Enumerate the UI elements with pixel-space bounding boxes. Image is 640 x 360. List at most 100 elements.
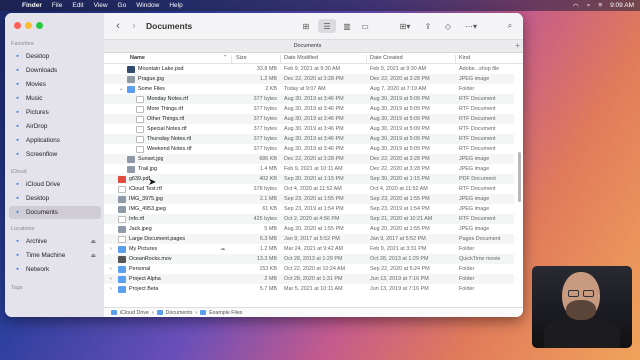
table-row[interactable]: Weekend Notes.rtf 377 bytes Aug 30, 2019 a… xyxy=(104,144,514,154)
table-row[interactable]: More Things.rtf 377 bytes Aug 30, 2019 at … xyxy=(104,104,514,114)
menu-window[interactable]: Window xyxy=(136,2,159,9)
menu-file[interactable]: File xyxy=(52,2,62,9)
image-file-icon xyxy=(127,156,135,163)
eject-icon[interactable]: ⏏ xyxy=(91,253,96,259)
date-created: Oct 4, 2020 at 11:52 AM xyxy=(370,186,428,192)
menu-go[interactable]: Go xyxy=(118,2,127,9)
table-row[interactable]: ⌄ Some Files 2 KB Today at 9:07 AM Aug 7, 20… xyxy=(104,84,514,94)
path-separator-icon: › xyxy=(195,309,198,316)
file-size: 13.3 MB xyxy=(256,256,277,262)
file-name: IMG_4953.jpeg xyxy=(129,206,166,212)
table-row[interactable]: Jack.jpeg 5 MB Aug 20, 2020 at 1:55 PM Aug … xyxy=(104,224,514,234)
disclosure-collapsed-icon[interactable]: › xyxy=(110,276,112,282)
table-row[interactable]: Thursday Notes.rtf 377 bytes Aug 30, 2019 … xyxy=(104,134,514,144)
table-row[interactable]: IMG_3975.jpg 2.1 MB Sep 23, 2020 at 1:55 P… xyxy=(104,194,514,204)
control-center-icon[interactable]: ≡ xyxy=(598,2,602,9)
column-divider[interactable] xyxy=(231,55,232,63)
table-row[interactable]: Prague.jpg 1.2 MB Dec 22, 2020 at 3:28 PM D… xyxy=(104,74,514,84)
search-icon[interactable]: ⌕ xyxy=(587,2,591,10)
table-row[interactable]: Monday Notes.rtf 377 bytes Aug 30, 2019 at… xyxy=(104,94,514,104)
eject-icon[interactable]: ⏏ xyxy=(91,239,96,245)
table-row[interactable]: Sunset.jpg 686 KB Dec 22, 2020 at 3:28 PM D… xyxy=(104,154,514,164)
sidebar-item-desktop[interactable]: ▪ Desktop xyxy=(9,50,101,63)
menu-help[interactable]: Help xyxy=(169,2,182,9)
column-created[interactable]: Date Created xyxy=(370,55,403,61)
disclosure-collapsed-icon[interactable]: › xyxy=(110,286,112,292)
file-kind: PDF Document xyxy=(459,176,496,182)
path-item[interactable]: iCloud Drive xyxy=(120,310,149,316)
table-row[interactable]: Special Notes.rtf 377 bytes Aug 30, 2019 a… xyxy=(104,124,514,134)
grid-view-icon[interactable]: ⊞ xyxy=(299,19,313,33)
close-button[interactable] xyxy=(14,22,21,29)
more-icon[interactable]: ⋯▾ xyxy=(462,19,480,33)
sidebar-item-archive[interactable]: ▪ Archive ⏏ xyxy=(9,235,101,248)
menu-clock[interactable]: 9:09 AM xyxy=(610,2,634,9)
window-title: Documents xyxy=(146,21,193,31)
column-divider[interactable] xyxy=(455,55,456,63)
back-button[interactable]: ‹ xyxy=(112,19,124,33)
disclosure-expanded-icon[interactable]: ⌄ xyxy=(119,86,124,92)
list-view-icon[interactable]: ☰ xyxy=(318,19,336,33)
table-row[interactable]: Large Document.pages 6.3 MB Jan 9, 2017 at… xyxy=(104,234,514,244)
table-row[interactable]: › Project Alpha 2 MB Oct 28, 2020 at 1:31 P… xyxy=(104,274,514,284)
table-row[interactable]: Other Things.rtf 377 bytes Aug 30, 2019 at… xyxy=(104,114,514,124)
sidebar-item-airdrop[interactable]: ▪ AirDrop xyxy=(9,120,101,133)
column-size[interactable]: Size xyxy=(236,55,247,61)
toolbar-search-icon[interactable]: ⌕ xyxy=(504,19,516,33)
table-row[interactable]: › Personal 153 KB Oct 22, 2020 at 10:24 AM S… xyxy=(104,264,514,274)
wifi-icon[interactable]: ◠ xyxy=(573,2,579,10)
minimize-button[interactable] xyxy=(25,22,32,29)
date-created: Aug 30, 2019 at 5:09 PM xyxy=(370,96,430,102)
table-row[interactable]: Mountain Lake.psd 33.8 MB Feb 9, 2021 at 9… xyxy=(104,64,514,74)
sidebar-item-label: Archive xyxy=(26,238,47,245)
drive-icon: ▪ xyxy=(16,238,19,245)
disclosure-collapsed-icon[interactable]: › xyxy=(110,246,112,252)
table-row[interactable]: g639.pdf 402 KB Sep 30, 2020 at 1:15 PM Sep… xyxy=(104,174,514,184)
share-icon[interactable]: ⇪ xyxy=(422,19,434,33)
group-icon[interactable]: ⊞▾ xyxy=(396,19,414,33)
finder-window: Favorites ▪ Desktop ▪ Downloads ▪ Movies ▪ Musi… xyxy=(5,13,523,317)
column-view-icon[interactable]: ▥ xyxy=(340,19,354,33)
sidebar-item-movies[interactable]: ▪ Movies xyxy=(9,78,101,91)
forward-button[interactable]: › xyxy=(128,19,140,33)
tag-icon[interactable]: ◇ xyxy=(442,19,454,33)
table-row[interactable]: Info.rtf 425 bytes Oct 2, 2020 at 4:56 PM S… xyxy=(104,214,514,224)
path-item[interactable]: Example Files xyxy=(209,310,242,316)
file-kind: Adobe...shop file xyxy=(459,66,500,72)
sidebar-item-network[interactable]: ▪ Network xyxy=(9,263,101,276)
sidebar-item-downloads[interactable]: ▪ Downloads xyxy=(9,64,101,77)
table-row[interactable]: Trail.jpg 1.4 MB Feb 9, 2021 at 10:11 AM De… xyxy=(104,164,514,174)
column-modified[interactable]: Date Modified xyxy=(284,55,318,61)
sidebar-item-desktop[interactable]: ▪ Desktop xyxy=(9,192,101,205)
date-modified: Aug 30, 2019 at 3:46 PM xyxy=(284,106,344,112)
table-row[interactable]: OceanRocks.mov 13.3 MB Oct 28, 2013 at 1:2… xyxy=(104,254,514,264)
column-name[interactable]: Name xyxy=(130,55,145,61)
menu-app-name[interactable]: Finder xyxy=(22,2,42,9)
sidebar-item-pictures[interactable]: ▪ Pictures xyxy=(9,106,101,119)
menu-view[interactable]: View xyxy=(94,2,108,9)
sidebar-item-documents[interactable]: ▪ Documents xyxy=(9,206,101,219)
disclosure-collapsed-icon[interactable]: › xyxy=(110,266,112,272)
date-created: Jun 13, 2019 at 7:16 PM xyxy=(370,276,429,282)
new-tab-button[interactable]: + xyxy=(515,41,520,50)
menu-edit[interactable]: Edit xyxy=(72,2,83,9)
file-kind: RTF Document xyxy=(459,116,496,122)
gallery-view-icon[interactable]: ▭ xyxy=(358,19,372,33)
zoom-button[interactable] xyxy=(36,22,43,29)
sidebar-item-music[interactable]: ▪ Music xyxy=(9,92,101,105)
column-kind[interactable]: Kind xyxy=(459,55,470,61)
table-row[interactable]: › Project Beta 5.7 MB Mar 5, 2021 at 10:11 … xyxy=(104,284,514,294)
column-divider[interactable] xyxy=(280,55,281,63)
sidebar-item-time-machine[interactable]: ▪ Time Machine ⏏ xyxy=(9,249,101,262)
path-item[interactable]: Documents xyxy=(166,310,193,316)
table-row[interactable]: iCloud Test.rtf 378 bytes Oct 4, 2020 at 1… xyxy=(104,184,514,194)
sidebar-item-screenflow[interactable]: ▪ Screenflow xyxy=(9,148,101,161)
sidebar-item-icloud-drive[interactable]: ▪ iCloud Drive xyxy=(9,178,101,191)
column-divider[interactable] xyxy=(366,55,367,63)
table-row[interactable]: IMG_4953.jpeg 61 KB Sep 23, 2019 at 1:54 P… xyxy=(104,204,514,214)
sidebar-item-label: AirDrop xyxy=(26,123,48,130)
scrollbar[interactable] xyxy=(518,152,521,202)
table-row[interactable]: › My Pictures ☁ 1.2 MB Mar 24, 2021 at 9:42 … xyxy=(104,244,514,254)
sidebar-item-applications[interactable]: ▪ Applications xyxy=(9,134,101,147)
tab-documents[interactable]: Documents xyxy=(104,43,511,49)
